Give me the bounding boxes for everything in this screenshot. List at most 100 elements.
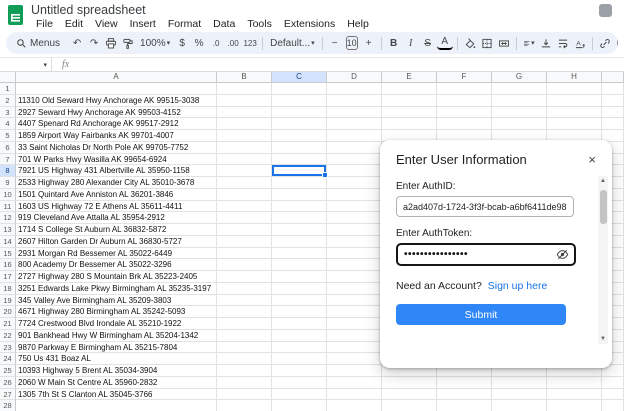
toggle-password-visibility-icon[interactable] [554,247,570,263]
cell-D9[interactable] [327,177,382,189]
cell-A24[interactable]: 750 Us 431 Boaz AL [16,353,217,365]
cell-B24[interactable] [217,353,272,365]
cell-D14[interactable] [327,236,382,248]
cell-C19[interactable] [272,295,327,307]
menu-edit[interactable]: Edit [60,18,88,31]
cell-C2[interactable] [272,95,327,107]
cell-A11[interactable]: 1603 US Highway 72 E Athens AL 35611-441… [16,201,217,213]
row-header-26[interactable]: 26 [0,377,16,389]
format-percent-button[interactable]: % [191,34,207,52]
cell-C17[interactable] [272,271,327,283]
cell-C27[interactable] [272,389,327,401]
cell-C8[interactable] [272,165,327,177]
cell-D18[interactable] [327,283,382,295]
cell-G26[interactable] [492,377,547,389]
cell-G1[interactable] [492,83,547,95]
row-header-15[interactable]: 15 [0,248,16,260]
cell-A2[interactable]: 11310 Old Seward Hwy Anchorage AK 99515-… [16,95,217,107]
cell-D22[interactable] [327,330,382,342]
cell-C22[interactable] [272,330,327,342]
cell-C12[interactable] [272,212,327,224]
cell-A3[interactable]: 2927 Seward Hwy Anchorage AK 99503-4152 [16,107,217,119]
scrollbar-track[interactable] [598,186,608,334]
row-header-13[interactable]: 13 [0,224,16,236]
cell-D26[interactable] [327,377,382,389]
cell-A25[interactable]: 10393 Highway 5 Brent AL 35034-3904 [16,365,217,377]
signup-link[interactable]: Sign up here [488,280,548,292]
cell-C15[interactable] [272,248,327,260]
cell-F28[interactable] [437,400,492,411]
row-header-10[interactable]: 10 [0,189,16,201]
cell-C4[interactable] [272,118,327,130]
borders-icon[interactable] [479,34,495,52]
horizontal-align-icon[interactable]: ▾ [521,34,537,52]
cell-A12[interactable]: 919 Cleveland Ave Attalla AL 35954-2912 [16,212,217,224]
cell-C24[interactable] [272,353,327,365]
cell-C11[interactable] [272,201,327,213]
cell-H2[interactable] [547,95,602,107]
strikethrough-button[interactable]: S [420,34,436,52]
column-header-F[interactable]: F [437,72,492,82]
row-header-1[interactable]: 1 [0,83,16,95]
cell-partial-3[interactable] [602,107,624,119]
cell-B3[interactable] [217,107,272,119]
cell-C28[interactable] [272,400,327,411]
cell-B11[interactable] [217,201,272,213]
cell-B19[interactable] [217,295,272,307]
cell-C14[interactable] [272,236,327,248]
cell-B23[interactable] [217,342,272,354]
undo-icon[interactable]: ↶ [69,34,85,52]
cell-partial-28[interactable] [602,400,624,411]
cell-A20[interactable]: 4671 Highway 280 Birmingham AL 35242-509… [16,306,217,318]
italic-button[interactable]: I [403,34,419,52]
cell-D24[interactable] [327,353,382,365]
cell-A14[interactable]: 2607 Hilton Garden Dr Auburn AL 36830-57… [16,236,217,248]
row-header-21[interactable]: 21 [0,318,16,330]
cell-D17[interactable] [327,271,382,283]
cell-A6[interactable]: 33 Saint Nicholas Dr North Pole AK 99705… [16,142,217,154]
cell-H4[interactable] [547,118,602,130]
cell-B28[interactable] [217,400,272,411]
column-header-C[interactable]: C [272,72,327,82]
cell-G28[interactable] [492,400,547,411]
cell-H3[interactable] [547,107,602,119]
cell-A28[interactable] [16,400,217,411]
cell-C1[interactable] [272,83,327,95]
cell-C16[interactable] [272,259,327,271]
document-title[interactable]: Untitled spreadsheet [31,3,374,17]
row-header-16[interactable]: 16 [0,259,16,271]
cell-D27[interactable] [327,389,382,401]
cell-F26[interactable] [437,377,492,389]
row-header-12[interactable]: 12 [0,212,16,224]
cell-C18[interactable] [272,283,327,295]
cell-A16[interactable]: 800 Academy Dr Bessemer AL 35022-3296 [16,259,217,271]
cell-D19[interactable] [327,295,382,307]
cell-E2[interactable] [382,95,437,107]
row-header-8[interactable]: 8 [0,165,16,177]
font-family-control[interactable]: Default... ▾ [267,34,318,52]
cell-B20[interactable] [217,306,272,318]
column-header-B[interactable]: B [217,72,272,82]
authtoken-input[interactable] [404,249,554,260]
row-header-3[interactable]: 3 [0,107,16,119]
cell-D23[interactable] [327,342,382,354]
cell-D4[interactable] [327,118,382,130]
menu-insert[interactable]: Insert [125,18,161,31]
row-header-17[interactable]: 17 [0,271,16,283]
cell-D2[interactable] [327,95,382,107]
cell-C3[interactable] [272,107,327,119]
text-rotation-icon[interactable]: A [572,34,588,52]
cell-E28[interactable] [382,400,437,411]
cell-G2[interactable] [492,95,547,107]
cell-A18[interactable]: 3251 Edwards Lake Pkwy Birmingham AL 352… [16,283,217,295]
cell-C5[interactable] [272,130,327,142]
row-header-7[interactable]: 7 [0,154,16,166]
column-header-E[interactable]: E [382,72,437,82]
row-header-14[interactable]: 14 [0,236,16,248]
menu-data[interactable]: Data [208,18,240,31]
cell-A27[interactable]: 1305 7th St S Clanton AL 35045-3766 [16,389,217,401]
row-header-9[interactable]: 9 [0,177,16,189]
select-all-corner[interactable] [0,72,16,82]
cell-G27[interactable] [492,389,547,401]
cell-D12[interactable] [327,212,382,224]
